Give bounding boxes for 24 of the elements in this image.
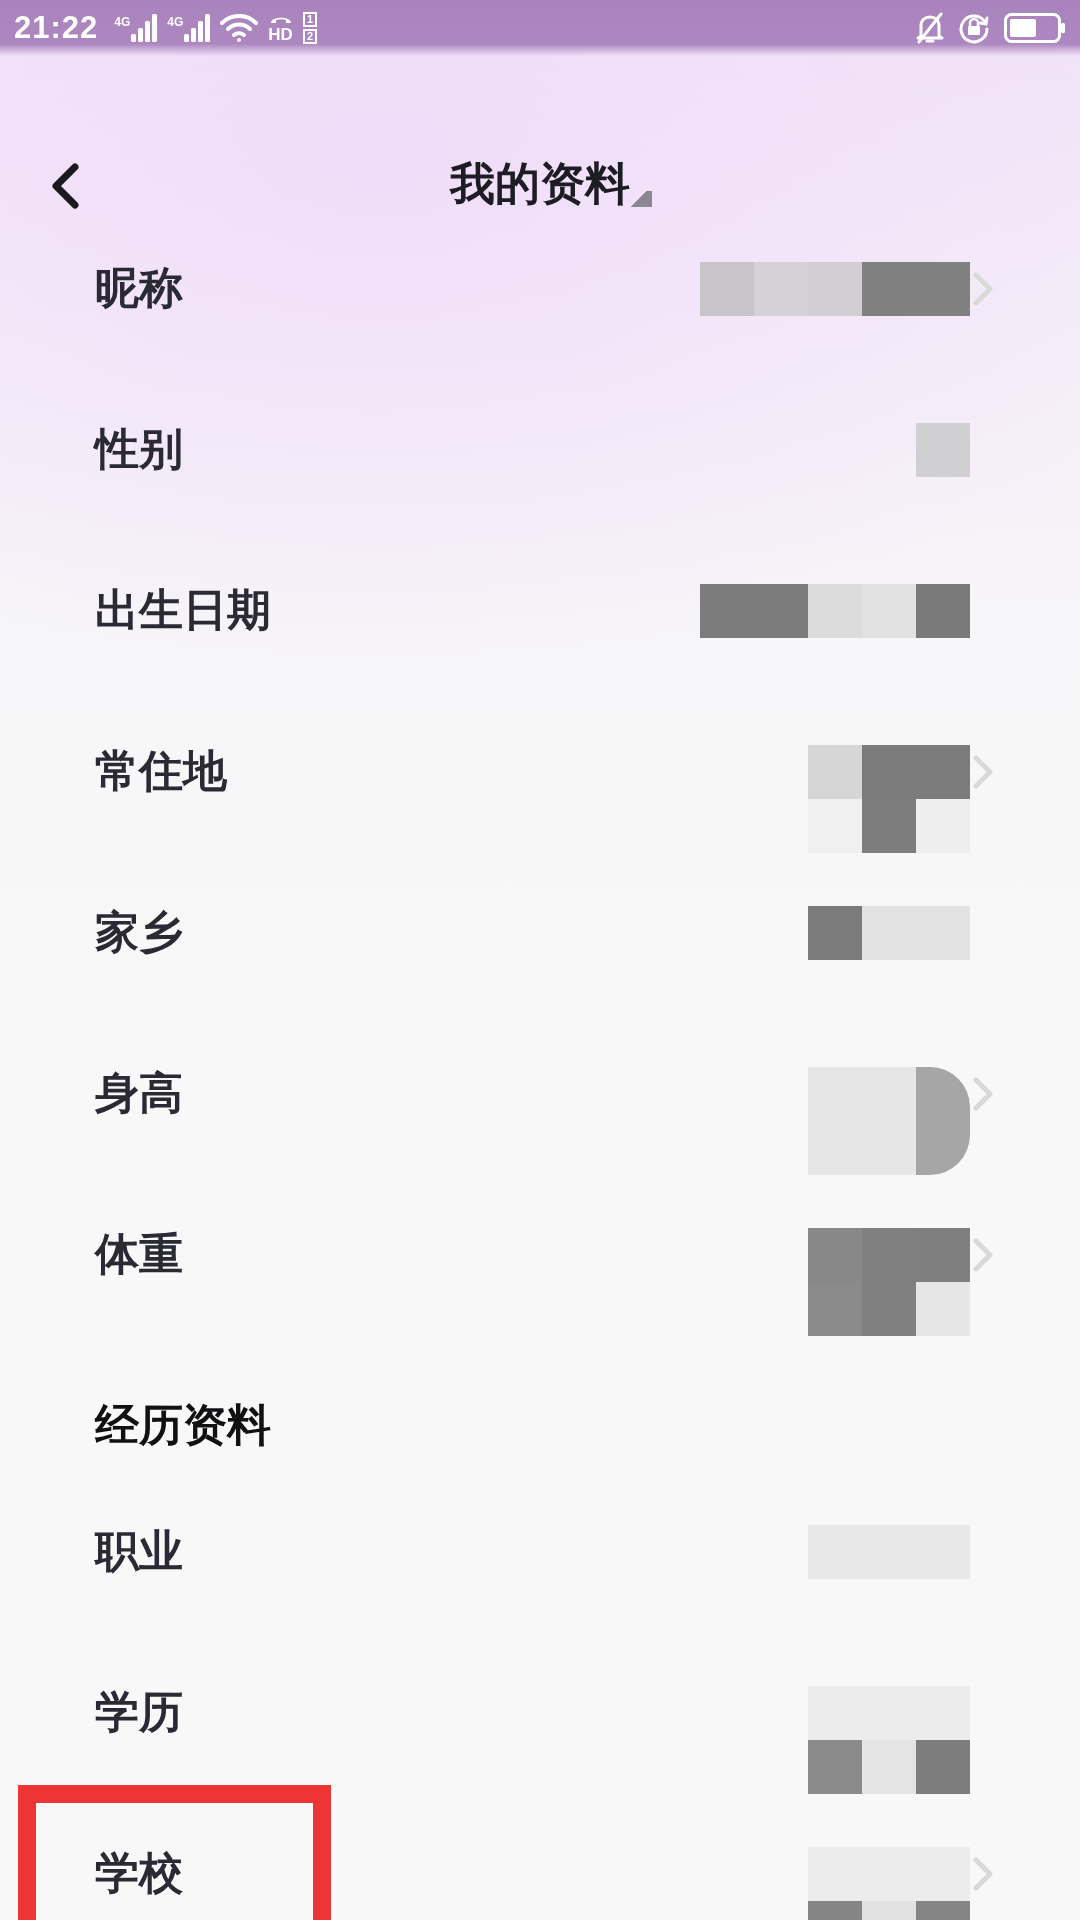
signal-icon	[131, 14, 158, 42]
signal-icon	[184, 14, 211, 42]
status-time: 21:22	[14, 10, 99, 46]
row-label: 昵称	[95, 262, 183, 314]
network-type-label: 4G	[167, 15, 184, 29]
section-title: 经历资料	[95, 1398, 271, 1451]
page-title: 我的资料	[450, 157, 630, 211]
network-type-label: 4G	[114, 15, 131, 29]
wifi-icon	[220, 14, 259, 42]
row-label: 常住地	[95, 745, 227, 797]
row-label: 学校	[95, 1847, 183, 1899]
rotation-lock-icon	[958, 12, 990, 44]
row-label: 身高	[95, 1067, 183, 1119]
row-label: 家乡	[95, 906, 183, 958]
sim-slot-label: 1	[302, 12, 317, 27]
sim-slot-label: 2	[302, 29, 317, 44]
row-label: 出生日期	[95, 584, 271, 636]
row-label: 学历	[95, 1686, 183, 1738]
hd-label: HD	[268, 25, 293, 43]
row-label: 性别	[95, 423, 183, 475]
row-label: 职业	[95, 1525, 183, 1577]
bell-off-icon	[916, 12, 944, 44]
row-label: 体重	[95, 1228, 183, 1280]
battery-icon	[1004, 13, 1066, 43]
